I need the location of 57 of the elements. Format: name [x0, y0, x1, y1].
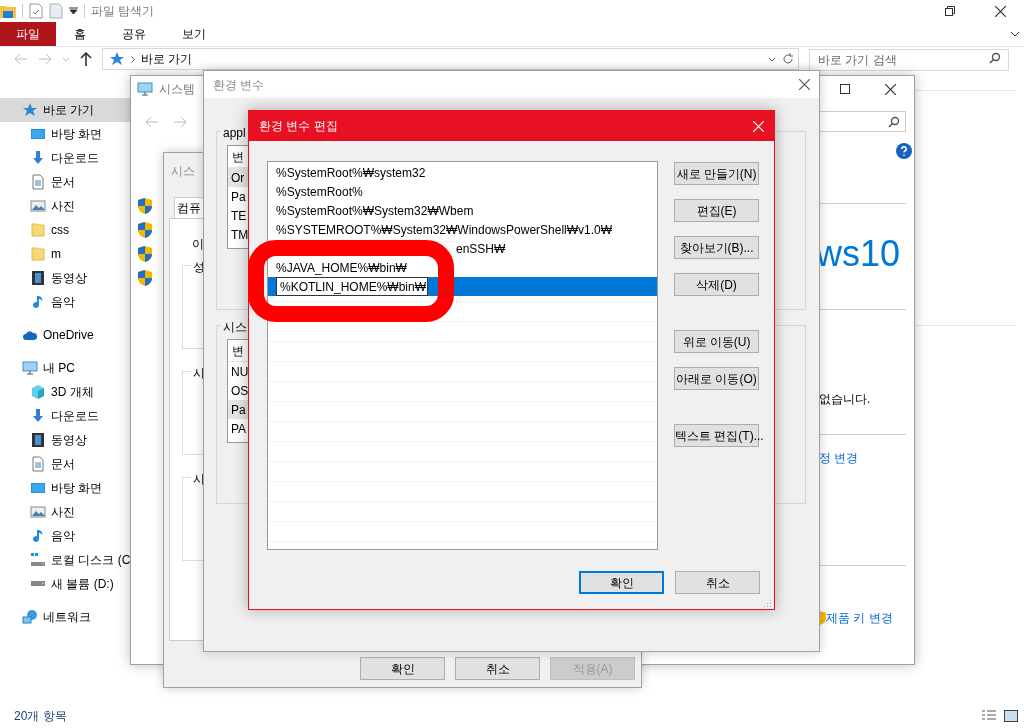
nav-item[interactable]: 3D 개체	[0, 380, 130, 404]
status-text: 20개 항목	[14, 708, 67, 725]
nav-item[interactable]: 동영상	[0, 266, 130, 290]
column-header: 변	[232, 148, 244, 166]
nav-item[interactable]: 음악	[0, 524, 130, 548]
nav-item[interactable]: 내 PC	[0, 356, 130, 380]
window-title: 파일 탐색기	[91, 3, 155, 20]
address-bar[interactable]: 바로 가기	[102, 48, 799, 70]
nav-item[interactable]: 네트워크	[0, 605, 130, 629]
nav-item[interactable]: 새 볼륨 (D:)	[0, 572, 130, 596]
nav-item[interactable]: 바탕 화면	[0, 476, 130, 500]
tab[interactable]: 컴퓨	[174, 197, 204, 218]
dialog-button[interactable]: 삭제(D)	[674, 273, 759, 296]
path-entry[interactable]: %KOTLIN_HOME%₩bin₩	[268, 277, 657, 296]
dialog-button[interactable]: 새로 만들기(N)	[674, 162, 759, 185]
dialog-button[interactable]: 편집(E)	[674, 199, 759, 222]
nav-item[interactable]: m	[0, 242, 130, 266]
window-title: 시스템	[159, 81, 195, 98]
nav-item[interactable]: 다운로드	[0, 146, 130, 170]
dialog-title: 환경 변수 편집	[259, 118, 338, 135]
nav-item[interactable]: 사진	[0, 500, 130, 524]
dialog-button[interactable]: 취소	[455, 657, 540, 680]
nav-item[interactable]: 동영상	[0, 428, 130, 452]
dialog-button[interactable]: 위로 이동(U)	[674, 330, 759, 353]
dialog-button[interactable]: 확인	[579, 571, 664, 594]
dialog-button[interactable]: 확인	[360, 657, 445, 680]
nav-item[interactable]: 바로 가기	[0, 98, 130, 122]
ribbon-tab[interactable]: 공유	[104, 22, 164, 46]
nav-item[interactable]: 음악	[0, 290, 130, 314]
windows-logo-text: ws10	[816, 232, 901, 276]
dialog-button[interactable]: 찾아보기(B)...	[674, 236, 759, 259]
ribbon-tab[interactable]: 보기	[164, 22, 224, 46]
breadcrumb-item[interactable]: 바로 가기	[141, 50, 193, 68]
column-header: 변	[232, 342, 244, 360]
search-field[interactable]: 바로 가기 검색	[809, 49, 1009, 71]
path-entry[interactable]: %JAVA_HOME%₩bin₩	[268, 258, 657, 277]
nav-item[interactable]: OneDrive	[0, 323, 130, 347]
nav-item[interactable]: 사진	[0, 194, 130, 218]
dialog-button[interactable]: 아래로 이동(O)	[674, 367, 759, 390]
path-entry[interactable]: %SYSTEMROOT%₩System32₩WindowsPowerShell₩v1.0₩	[268, 220, 657, 239]
ribbon-tab[interactable]: 파일	[0, 22, 56, 46]
info-text: 없습니다.	[819, 391, 872, 408]
nav-item[interactable]: 로컬 디스크 (C	[0, 548, 130, 572]
nav-item[interactable]: 문서	[0, 452, 130, 476]
nav-item[interactable]: 문서	[0, 170, 130, 194]
input-field[interactable]: %KOTLIN_HOME%₩bin₩	[276, 277, 428, 296]
nav-item[interactable]: 다운로드	[0, 404, 130, 428]
ribbon-tab[interactable]: 홈	[56, 22, 104, 46]
link[interactable]: 제품 키 변경	[826, 609, 893, 627]
path-entry[interactable]: %SystemRoot%₩System32₩Wbem	[268, 201, 657, 220]
dialog-button[interactable]: 취소	[675, 571, 760, 594]
link[interactable]: 정 변경	[819, 449, 906, 467]
window-title: 환경 변수	[213, 76, 265, 94]
nav-item[interactable]: 바탕 화면	[0, 122, 130, 146]
nav-item[interactable]: css	[0, 218, 130, 242]
label-text: 이	[192, 237, 204, 251]
window-title: 시스	[171, 163, 195, 180]
